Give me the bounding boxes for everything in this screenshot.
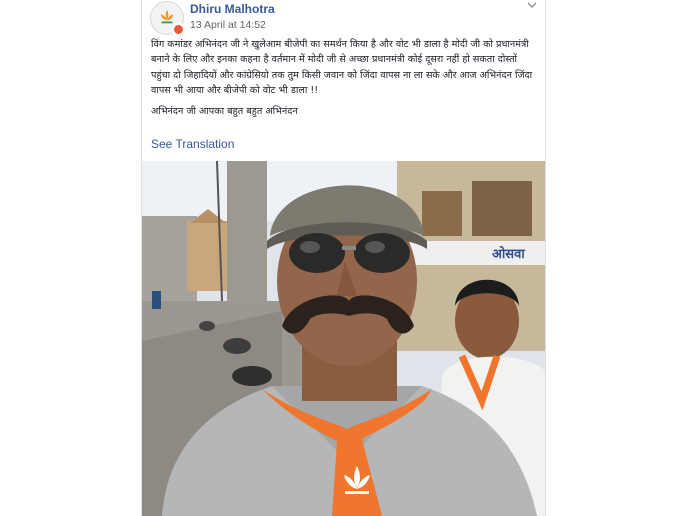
facebook-post-card: Dhiru Malhotra 13 April at 14:52 विंग कम… — [141, 0, 546, 516]
post-body: विंग कमांडर अभिनंदन जी ने खुलेआम बीजेपी … — [151, 37, 535, 119]
shop-sign-text: ओसवा — [492, 246, 525, 262]
post-photo[interactable]: ओसवा — [142, 161, 545, 516]
post-timestamp[interactable]: 13 April at 14:52 — [190, 19, 266, 31]
more-options-icon[interactable] — [525, 0, 539, 12]
photo-illustration: ओसवा — [142, 161, 545, 516]
post-paragraph: विंग कमांडर अभिनंदन जी ने खुलेआम बीजेपी … — [151, 39, 533, 96]
post-paragraph: अभिनंदन जी आपका बहुत बहुत अभिनंदन — [151, 106, 298, 118]
group-badge-icon — [172, 23, 185, 36]
post-author-name[interactable]: Dhiru Malhotra — [190, 2, 275, 16]
see-translation-link[interactable]: See Translation — [151, 137, 234, 151]
bjp-lotus-icon — [160, 9, 174, 24]
